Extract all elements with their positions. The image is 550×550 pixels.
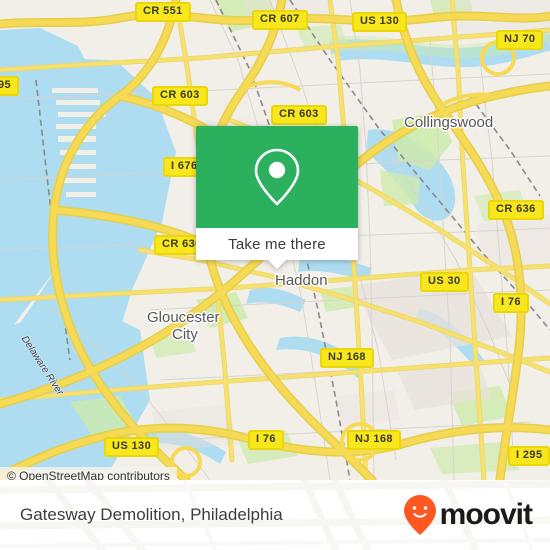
popup-pointer [268,260,286,269]
road-shield-nj-70[interactable]: NJ 70 [496,30,544,50]
map-pin-icon [254,148,300,206]
popup-header [196,126,358,228]
road-shield-nj-168-lower[interactable]: NJ 168 [347,430,401,450]
road-shield-us-30[interactable]: US 30 [420,272,469,292]
place-label-haddon: Haddon [275,272,328,289]
place-label-gloucester-city-line2: City [172,326,198,343]
road-shield-us-130-top[interactable]: US 130 [352,12,408,32]
moovit-wordmark: moovit [439,498,533,531]
road-shield-cr-603-east[interactable]: CR 603 [271,105,327,125]
road-shield-i-76-right[interactable]: I 76 [493,293,529,313]
road-shield-i-95-clipped[interactable]: 95 [0,76,20,96]
road-shield-cr-551[interactable]: CR 551 [135,2,191,22]
location-title: Gatesway Demolition, Philadelphia [20,505,283,524]
moovit-map-screenshot: Collingswood Haddon Gloucester City Dela… [0,0,550,550]
road-shield-i-295[interactable]: I 295 [508,446,550,466]
road-shield-cr-636[interactable]: CR 636 [488,200,544,220]
road-shield-i-76-bottom[interactable]: I 76 [248,430,284,450]
road-shield-nj-168-upper[interactable]: NJ 168 [320,348,374,368]
road-shield-cr-607[interactable]: CR 607 [252,10,308,30]
moovit-logo[interactable]: moovit [403,480,533,550]
osm-attribution[interactable]: © OpenStreetMap contributors [0,467,177,480]
place-label-gloucester: Gloucester [147,309,220,326]
location-popup-card[interactable]: Take me there [196,126,358,269]
popup-action-bar[interactable]: Take me there [196,228,358,260]
place-label-collingswood: Collingswood [404,114,494,131]
take-me-there-label: Take me there [228,235,326,253]
road-shield-us-130-bottom[interactable]: US 130 [104,437,160,457]
footer-bar: Gatesway Demolition, Philadelphia moovit [0,480,550,550]
moovit-pin-icon [403,495,436,535]
road-shield-cr-603-west[interactable]: CR 603 [152,86,208,106]
map-canvas[interactable]: Collingswood Haddon Gloucester City Dela… [0,0,550,480]
